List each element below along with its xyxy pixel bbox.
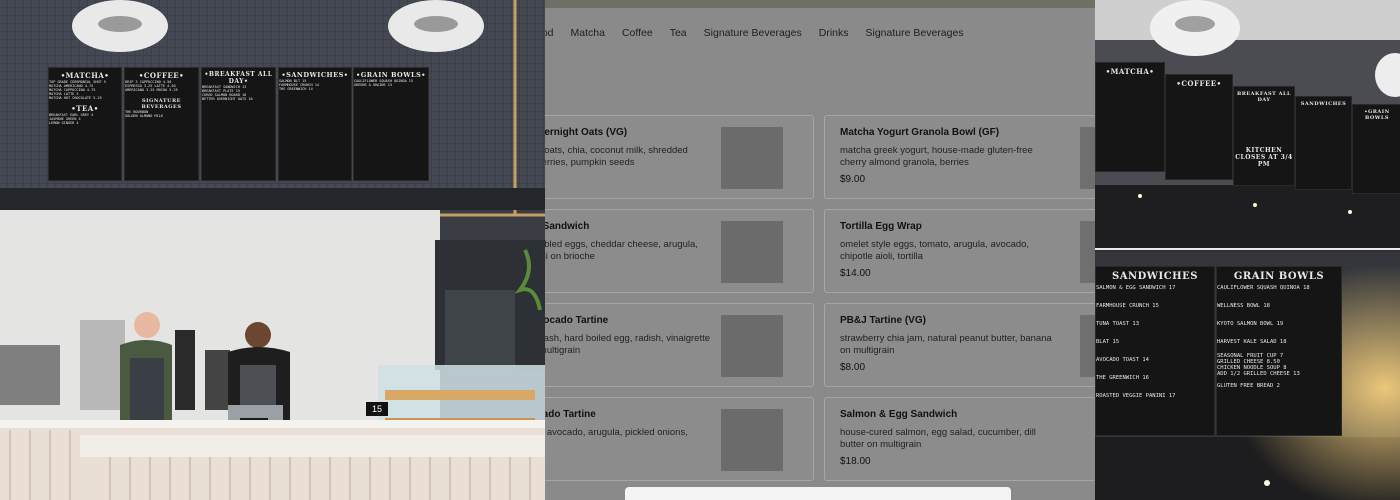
board-footer: GLUTEN FREE BREAD 2: [1217, 383, 1280, 389]
breakfast-board: BREAKFAST ALL DAY KITCHEN CLOSES AT 3/4 …: [1233, 86, 1295, 186]
board-line: CAULIFLOWER SQUASH QUINOA 18: [1217, 285, 1310, 291]
board-title: •GRAIN BOWLS•: [356, 71, 426, 79]
tab-signature-beverages-2[interactable]: Signature Beverages: [858, 27, 973, 39]
item-name: PB&J Tartine (VG): [840, 315, 926, 326]
menu-item-card[interactable]: st Sandwich umbled eggs, cheddar cheese,…: [545, 209, 814, 293]
board-line: TUNA TOAST 13: [1096, 321, 1140, 327]
bottom-sheet[interactable]: [625, 487, 1011, 500]
board-line: GOLDEN ALMOND MILK: [125, 114, 163, 118]
sandwiches-board: SANDWICHES: [1295, 96, 1352, 190]
item-name: Salmon & Egg Sandwich: [840, 409, 958, 420]
board-title: GRAIN BOWLS: [1233, 271, 1325, 282]
kitchen-notice: KITCHEN CLOSES AT 3/4 PM: [1235, 147, 1293, 168]
board-line: GREENS & GRAINS 13: [354, 83, 392, 87]
item-photo: [1080, 315, 1095, 377]
item-photo: [721, 127, 783, 189]
item-photo: [721, 409, 783, 471]
item-price: $18.00: [840, 456, 871, 467]
cafe-counter-photo: •MATCHA• TOP GRADE CEREMONIAL SHOT 5 MAT…: [0, 0, 545, 500]
board-line: KYOTO SALMON BOWL 19: [1217, 321, 1284, 327]
item-name: st Sandwich: [545, 221, 590, 232]
menu-item-card[interactable]: Salmon & Egg Sandwich house-cured salmon…: [824, 397, 1095, 481]
board-subtitle: •TEA•: [71, 104, 99, 113]
item-photo: [1080, 127, 1095, 189]
menu-boards-photo-bottom: SANDWICHES SALMON & EGG SANDWICH 17 FARM…: [1095, 252, 1400, 500]
item-description: ed oats, chia, coconut milk, shredded , …: [545, 145, 688, 168]
menu-item-card[interactable]: Overnight Oats (VG) ed oats, chia, cocon…: [545, 115, 814, 199]
board-title: •GRAIN BOWLS: [1364, 109, 1390, 121]
board-title: BREAKFAST ALL DAY: [1236, 91, 1292, 103]
board-line: WELLNESS BOWL 18: [1217, 303, 1270, 309]
sandwiches-board: SANDWICHES SALMON & EGG SANDWICH 17 FARM…: [1095, 266, 1215, 436]
grain-bowls-board: •GRAIN BOWLS• CAULIFLOWER SQUASH QUINOA …: [353, 67, 429, 181]
coffee-board: •COFFEE•: [1165, 74, 1233, 180]
item-name: Avocado Tartine: [545, 315, 609, 326]
item-price: $14.00: [840, 268, 871, 279]
item-description: strawberry chia jam, natural peanut butt…: [840, 333, 1052, 356]
item-description: house-cured salmon, egg salad, cucumber,…: [840, 427, 1036, 450]
board-title: •MATCHA•: [1105, 67, 1155, 76]
matcha-board: •MATCHA•: [1095, 62, 1165, 172]
item-price: $9.00: [840, 174, 866, 185]
board-line: BETTER OVERNIGHT OATS 10: [202, 97, 253, 101]
tab-drinks[interactable]: Drinks: [811, 27, 858, 39]
board-line: AVOCADO TOAST 14: [1096, 357, 1149, 363]
item-photo: [1080, 221, 1095, 283]
item-name: Tortilla Egg Wrap: [840, 221, 922, 232]
board-line: FARMHOUSE CRUNCH 15: [1096, 303, 1159, 309]
board-title: •MATCHA•: [60, 71, 110, 80]
item-name: Overnight Oats (VG): [545, 127, 628, 138]
board-line: ADD 1/2 GRILLED CHEESE 13: [1217, 371, 1300, 377]
item-price: $8.00: [840, 362, 866, 373]
board-line: LEMON GINGER 4: [49, 121, 79, 125]
item-description: ad, avocado, arugula, pickled onions, n: [546, 427, 688, 438]
board-line: BLAT 15: [1096, 339, 1120, 345]
menu-item-card[interactable]: ocado Tartine ad, avocado, arugula, pick…: [545, 397, 814, 481]
tab-tea[interactable]: Tea: [662, 27, 696, 39]
tab-coffee[interactable]: Coffee: [614, 27, 662, 39]
matcha-board: •MATCHA• TOP GRADE CEREMONIAL SHOT 5 MAT…: [48, 67, 122, 181]
menu-panel: ood Matcha Coffee Tea Signature Beverage…: [545, 0, 1095, 500]
item-photo: [721, 221, 783, 283]
category-tabs: ood Matcha Coffee Tea Signature Beverage…: [545, 27, 973, 39]
board-line: SALMON & EGG SANDWICH 17: [1096, 285, 1176, 291]
menu-item-card[interactable]: Tortilla Egg Wrap omelet style eggs, tom…: [824, 209, 1095, 293]
board-subtitle: SIGNATURE BEVERAGES: [141, 98, 182, 110]
item-name: ocado Tartine: [545, 409, 596, 420]
coffee-board: •COFFEE• DRIP 3 CAPPUCCINO 4.50 ESPRESSO…: [124, 67, 199, 181]
item-description: matcha greek yogurt, house-made gluten-f…: [840, 145, 1033, 168]
header-image-strip: [545, 0, 1095, 8]
item-name: Matcha Yogurt Granola Bowl (GF): [840, 127, 1000, 138]
menu-item-card[interactable]: Matcha Yogurt Granola Bowl (GF) matcha g…: [824, 115, 1095, 199]
tab-matcha[interactable]: Matcha: [563, 27, 614, 39]
board-title: •COFFEE•: [138, 71, 185, 80]
board-title: •BREAKFAST ALL DAY•: [204, 71, 273, 85]
board-title: •SANDWICHES•: [281, 71, 349, 79]
menu-boards-photo-top: •MATCHA• •COFFEE• BREAKFAST ALL DAY KITC…: [1095, 0, 1400, 250]
item-description: umbled eggs, cheddar cheese, arugula, ai…: [545, 239, 698, 262]
board-line: THE GREENWICH 16: [1096, 375, 1149, 381]
board-title: SANDWICHES: [1300, 101, 1347, 107]
menu-item-card[interactable]: Avocado Tartine smash, hard boiled egg, …: [545, 303, 814, 387]
grain-bowls-board: GRAIN BOWLS CAULIFLOWER SQUASH QUINOA 18…: [1216, 266, 1342, 436]
menu-item-card[interactable]: PB&J Tartine (VG) strawberry chia jam, n…: [824, 303, 1095, 387]
grain-bowls-board: •GRAIN BOWLS: [1352, 104, 1400, 194]
tab-food[interactable]: ood: [545, 27, 563, 39]
board-line: AMERICANO 3.25 MOCHA 5.25: [125, 88, 178, 92]
board-line: HARVEST KALE SALAD 18: [1217, 339, 1287, 345]
board-title: •COFFEE•: [1176, 79, 1222, 88]
board-title: SANDWICHES: [1112, 271, 1198, 282]
item-photo: [721, 315, 783, 377]
sandwiches-board: •SANDWICHES• SALMON BLT 15 FARMHOUSE CRU…: [278, 67, 352, 181]
order-number-card: 15: [366, 402, 388, 416]
item-description: smash, hard boiled egg, radish, vinaigre…: [545, 333, 711, 356]
tab-signature-beverages[interactable]: Signature Beverages: [696, 27, 811, 39]
board-line: ROASTED VEGGIE PANINI 17: [1096, 393, 1176, 399]
item-description: omelet style eggs, tomato, arugula, avoc…: [840, 239, 1030, 262]
board-line: MATCHA HOT CHOCOLATE 5.25: [49, 96, 102, 100]
board-line: THE GREENWICH 14: [279, 87, 313, 91]
breakfast-board: •BREAKFAST ALL DAY• BREAKFAST SANDWICH 1…: [201, 67, 276, 181]
